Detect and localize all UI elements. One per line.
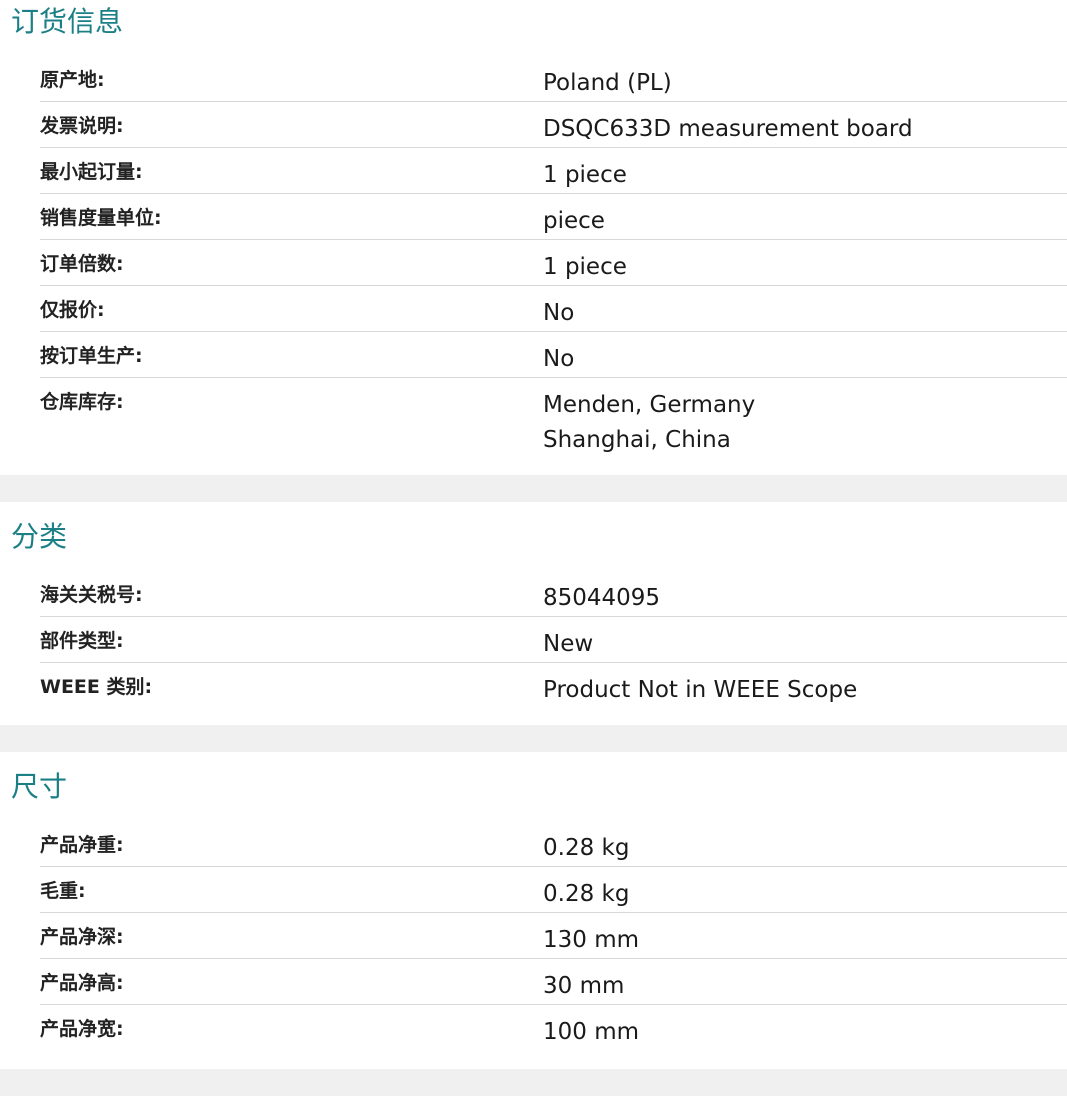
row-label: 产品净深: — [40, 926, 124, 948]
row-label: 发票说明: — [40, 115, 124, 137]
table-row: 仓库库存: Menden, Germany Shanghai, China — [40, 378, 1067, 456]
order-info-section: 订货信息 原产地: Poland (PL) 发票说明: DSQC633D mea… — [0, 0, 1067, 475]
row-value: No — [543, 300, 575, 326]
row-label: 仅报价: — [40, 299, 105, 321]
row-label: 原产地: — [40, 69, 105, 91]
row-value: New — [543, 631, 594, 657]
row-value: Menden, Germany Shanghai, China — [543, 378, 1067, 458]
row-value: Poland (PL) — [543, 70, 672, 96]
table-row: 产品净深: 130 mm — [40, 913, 1067, 959]
row-value: DSQC633D measurement board — [543, 116, 913, 142]
row-label: 按订单生产: — [40, 345, 143, 367]
section-divider — [0, 475, 1067, 502]
row-label: 毛重: — [40, 880, 86, 902]
table-row: WEEE 类别: Product Not in WEEE Scope — [40, 663, 1067, 709]
row-value: 130 mm — [543, 927, 640, 953]
table-row: 发票说明: DSQC633D measurement board — [40, 102, 1067, 148]
row-label: 销售度量单位: — [40, 207, 162, 229]
row-label: 仓库库存: — [40, 391, 124, 413]
row-value: 1 piece — [543, 254, 627, 280]
warehouse-location: Menden, Germany — [543, 392, 756, 418]
warehouse-location: Shanghai, China — [543, 427, 731, 453]
section-title-dimensions: 尺寸 — [11, 770, 68, 803]
row-value: 0.28 kg — [543, 881, 630, 907]
row-label: 海关关税号: — [40, 584, 143, 606]
row-value: 100 mm — [543, 1019, 640, 1045]
table-row: 产品净高: 30 mm — [40, 959, 1067, 1005]
row-label: WEEE 类别: — [40, 676, 153, 698]
section-divider — [0, 1069, 1067, 1096]
row-label: 订单倍数: — [40, 253, 124, 275]
table-row: 产品净宽: 100 mm — [40, 1005, 1067, 1051]
table-row: 海关关税号: 85044095 — [40, 571, 1067, 617]
row-label: 产品净宽: — [40, 1018, 124, 1040]
row-label: 产品净高: — [40, 972, 124, 994]
table-row: 部件类型: New — [40, 617, 1067, 663]
section-title-classification: 分类 — [11, 520, 68, 553]
row-value: 30 mm — [543, 973, 625, 999]
row-label: 产品净重: — [40, 834, 124, 856]
section-divider — [0, 725, 1067, 752]
classification-section: 分类 海关关税号: 85044095 部件类型: New WEEE 类别: Pr… — [0, 502, 1067, 725]
table-row: 销售度量单位: piece — [40, 194, 1067, 240]
table-row: 仅报价: No — [40, 286, 1067, 332]
table-row: 最小起订量: 1 piece — [40, 148, 1067, 194]
row-value: No — [543, 346, 575, 372]
classification-table: 海关关税号: 85044095 部件类型: New WEEE 类别: Produ… — [40, 571, 1067, 709]
table-row: 按订单生产: No — [40, 332, 1067, 378]
section-title-order-info: 订货信息 — [11, 5, 124, 38]
dimensions-table: 产品净重: 0.28 kg 毛重: 0.28 kg 产品净深: 130 mm 产… — [40, 821, 1067, 1051]
row-value: Product Not in WEEE Scope — [543, 677, 858, 703]
table-row: 毛重: 0.28 kg — [40, 867, 1067, 913]
dimensions-section: 尺寸 产品净重: 0.28 kg 毛重: 0.28 kg 产品净深: 130 m… — [0, 752, 1067, 1069]
table-row: 订单倍数: 1 piece — [40, 240, 1067, 286]
row-label: 部件类型: — [40, 630, 124, 652]
table-row: 产品净重: 0.28 kg — [40, 821, 1067, 867]
row-value: 0.28 kg — [543, 835, 630, 861]
order-info-table: 原产地: Poland (PL) 发票说明: DSQC633D measurem… — [40, 56, 1067, 456]
row-value: 85044095 — [543, 585, 661, 611]
row-label: 最小起订量: — [40, 161, 143, 183]
row-value: 1 piece — [543, 162, 627, 188]
table-row: 原产地: Poland (PL) — [40, 56, 1067, 102]
row-value: piece — [543, 208, 605, 234]
